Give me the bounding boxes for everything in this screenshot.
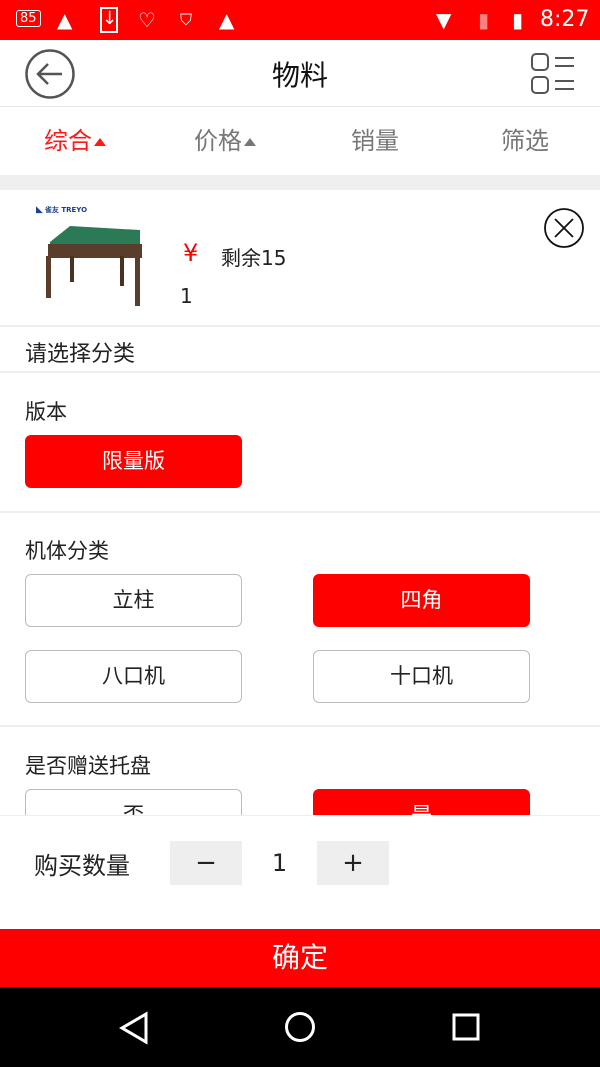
divider: [0, 325, 600, 327]
tab-filter[interactable]: 筛选: [450, 107, 600, 175]
quantity-label: 购买数量: [34, 852, 130, 880]
option-limited-edition[interactable]: 限量版: [25, 435, 242, 488]
group-label-body-type: 机体分类: [25, 539, 109, 563]
clock: 8:27: [540, 7, 590, 32]
brand-mark-icon: ◣: [36, 205, 43, 215]
divider: [0, 371, 600, 373]
page-title: 物料: [271, 59, 328, 92]
heart-icon: ♡: [138, 8, 156, 32]
option-four-corner[interactable]: 四角: [313, 574, 530, 627]
tab-label: 综合: [44, 127, 92, 155]
warning-icon: ▲: [57, 8, 73, 32]
android-nav-bar: [0, 987, 600, 1067]
battery-saver-icon: 85: [16, 10, 41, 27]
tab-label: 筛选: [501, 127, 549, 155]
shield-icon: ⛉: [180, 10, 193, 29]
select-category-prompt: 请选择分类: [25, 342, 136, 367]
close-circle-icon[interactable]: [543, 207, 585, 249]
sort-up-icon: [244, 138, 256, 146]
confirm-button[interactable]: 确定: [0, 929, 600, 987]
divider: [0, 175, 600, 190]
stock-text: 剩余15: [221, 246, 287, 270]
back-nav-icon[interactable]: [118, 1011, 150, 1045]
app-header: 物料: [0, 40, 600, 107]
wifi-icon: ▼: [436, 8, 452, 32]
sort-up-icon: [94, 138, 106, 146]
battery-icon: ▮: [512, 8, 524, 32]
brand-name: 雀友 TREYO: [44, 206, 88, 214]
status-bar: 85 ▲ ↓ ♡ ⛉ ▲ ▼ ▮ ▮ 8:27: [0, 0, 600, 40]
download-icon: ↓: [100, 7, 118, 33]
tab-comprehensive[interactable]: 综合: [0, 107, 150, 175]
group-label-tray: 是否赠送托盘: [25, 754, 151, 778]
brand-logo: ◣ 雀友 TREYO: [36, 205, 87, 215]
price-symbol: ¥: [183, 239, 199, 267]
recents-nav-icon[interactable]: [452, 1013, 480, 1041]
home-nav-icon[interactable]: [284, 1011, 316, 1043]
warning-icon: ▲: [219, 8, 235, 32]
quantity-panel: 购买数量 − 1 +: [0, 815, 600, 929]
divider: [0, 725, 600, 727]
list-view-icon[interactable]: [530, 52, 576, 96]
option-pillar[interactable]: 立柱: [25, 574, 242, 627]
increase-button[interactable]: +: [317, 841, 389, 885]
option-ten-port[interactable]: 十口机: [313, 650, 530, 703]
option-yes[interactable]: 是: [313, 789, 530, 815]
tab-label: 价格: [194, 127, 242, 155]
option-eight-port[interactable]: 八口机: [25, 650, 242, 703]
product-image: [46, 226, 142, 306]
no-sim-icon: ▮: [478, 8, 490, 32]
decrease-button[interactable]: −: [170, 841, 242, 885]
price-value: 1: [180, 284, 193, 308]
sort-tabs: 综合 价格 销量 筛选: [0, 107, 600, 175]
tab-sales[interactable]: 销量: [300, 107, 450, 175]
tab-price[interactable]: 价格: [150, 107, 300, 175]
quantity-value[interactable]: 1: [242, 841, 317, 885]
group-label-version: 版本: [25, 400, 67, 424]
divider: [0, 511, 600, 513]
tray-options-clip: 否 是: [0, 785, 600, 815]
option-no[interactable]: 否: [25, 789, 242, 815]
tab-label: 销量: [351, 127, 399, 155]
